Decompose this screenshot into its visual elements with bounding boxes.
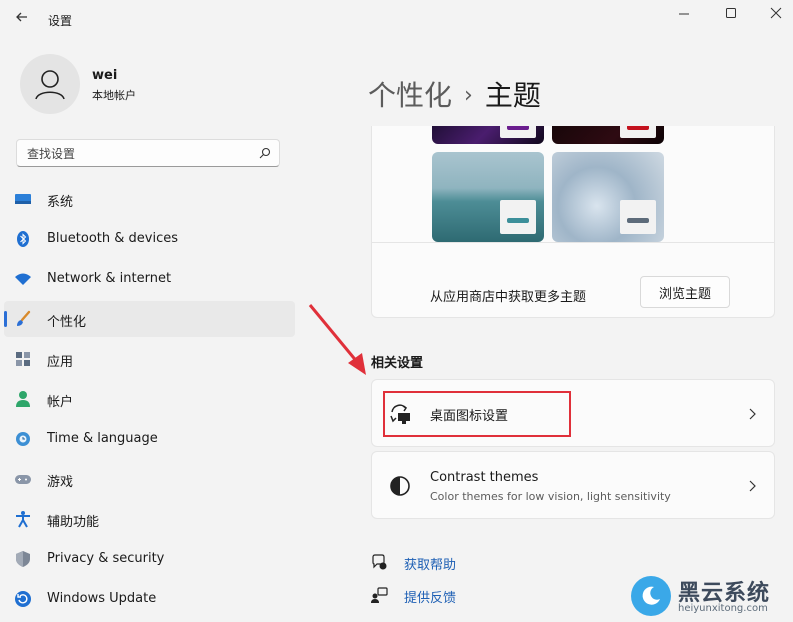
apps-icon <box>16 352 30 366</box>
shield-icon <box>16 551 30 567</box>
minimize-icon <box>679 13 689 15</box>
sidebar-item-label: Bluetooth & devices <box>47 231 178 246</box>
avatar[interactable] <box>20 54 80 114</box>
theme-preview-window <box>500 200 536 234</box>
maximize-icon <box>726 8 736 18</box>
sidebar-item-gaming[interactable]: 游戏 <box>0 459 300 499</box>
feedback-icon <box>371 587 388 603</box>
maximize-button[interactable] <box>707 3 753 25</box>
close-icon <box>770 7 782 19</box>
search-icon[interactable] <box>259 147 271 159</box>
bluetooth-icon <box>17 231 29 247</box>
sidebar-item-label: 帐户 <box>47 395 74 410</box>
close-button[interactable] <box>753 3 793 25</box>
sidebar-item-network[interactable]: Network & internet <box>0 259 300 299</box>
sidebar-item-label: 系统 <box>47 195 74 210</box>
sidebar-item-apps[interactable]: 应用 <box>0 339 300 379</box>
watermark: 黑云系统 heiyunxitong.com <box>628 573 793 622</box>
sidebar-item-label: Network & internet <box>47 271 172 286</box>
brush-icon <box>17 310 31 326</box>
sidebar-item-privacy[interactable]: Privacy & security <box>0 539 300 579</box>
help-icon <box>372 554 387 570</box>
store-themes-text: 从应用商店中获取更多主题 <box>430 290 587 305</box>
breadcrumb-parent[interactable]: 个性化 <box>368 79 452 112</box>
title-bar: 设置 <box>0 0 793 30</box>
sidebar-item-accounts[interactable]: 帐户 <box>0 379 300 419</box>
accessibility-icon <box>16 511 30 528</box>
cloud-logo-icon <box>631 576 671 616</box>
theme-preview-window <box>620 200 656 234</box>
sidebar-item-windows-update[interactable]: Windows Update <box>0 579 300 619</box>
wifi-icon <box>15 273 31 285</box>
sidebar-item-system[interactable]: 系统 <box>0 179 300 219</box>
theme-preview-window <box>620 126 656 138</box>
sidebar-item-label: 应用 <box>47 355 74 370</box>
person-icon <box>16 391 30 407</box>
annotation-highlight-box <box>383 391 571 437</box>
sidebar-item-label: 辅助功能 <box>47 515 100 530</box>
sidebar-item-label: Privacy & security <box>47 551 165 566</box>
contrast-themes-subtitle: Color themes for low vision, light sensi… <box>430 490 671 503</box>
sidebar-item-label: 个性化 <box>47 315 87 330</box>
monitor-icon <box>15 194 31 204</box>
browse-themes-button[interactable]: 浏览主题 <box>640 276 730 308</box>
back-arrow-icon <box>16 12 27 22</box>
gamepad-icon <box>15 475 31 484</box>
watermark-url: heiyunxitong.com <box>678 603 768 614</box>
theme-thumbnail-lake[interactable] <box>432 152 544 242</box>
divider <box>372 242 774 243</box>
contrast-themes-card[interactable]: Contrast themes Color themes for low vis… <box>371 451 775 519</box>
page-title: 主题 <box>484 79 541 112</box>
minimize-button[interactable] <box>660 3 706 25</box>
breadcrumb-separator: › <box>464 83 473 108</box>
sidebar-nav: 系统 Bluetooth & devices Network & interne… <box>0 179 300 619</box>
chevron-right-icon <box>749 408 756 420</box>
account-type: 本地帐户 <box>92 89 136 102</box>
sidebar-item-label: Windows Update <box>47 591 157 606</box>
sidebar-item-label: 游戏 <box>47 475 74 490</box>
sidebar-item-time-language[interactable]: Time & language <box>0 419 300 459</box>
back-button[interactable] <box>12 8 34 26</box>
sidebar-item-label: Time & language <box>47 431 158 446</box>
theme-thumbnail-red[interactable] <box>552 126 664 144</box>
selection-indicator <box>4 311 7 327</box>
breadcrumb: 个性化 › 主题 <box>368 74 541 114</box>
chevron-right-icon <box>749 480 756 492</box>
annotation-arrow <box>308 304 366 375</box>
feedback-text[interactable]: 提供反馈 <box>404 587 456 606</box>
search-box[interactable] <box>16 139 280 167</box>
search-input[interactable] <box>25 145 249 163</box>
sidebar-item-personalization[interactable]: 个性化 <box>0 299 300 339</box>
get-help-text[interactable]: 获取帮助 <box>404 554 456 573</box>
themes-panel: 从应用商店中获取更多主题 浏览主题 <box>371 126 775 318</box>
person-icon <box>35 70 65 100</box>
globe-clock-icon <box>16 432 30 446</box>
contrast-themes-title: Contrast themes <box>430 470 539 485</box>
theme-thumbnail-bloom[interactable] <box>552 152 664 242</box>
theme-preview-window <box>500 126 536 138</box>
sidebar-item-bluetooth[interactable]: Bluetooth & devices <box>0 219 300 259</box>
sidebar-item-accessibility[interactable]: 辅助功能 <box>0 499 300 539</box>
window-title: 设置 <box>48 14 73 28</box>
theme-thumbnail-purple[interactable] <box>432 126 544 144</box>
user-name: wei <box>92 68 118 83</box>
contrast-icon <box>390 476 410 496</box>
update-icon <box>15 591 31 607</box>
